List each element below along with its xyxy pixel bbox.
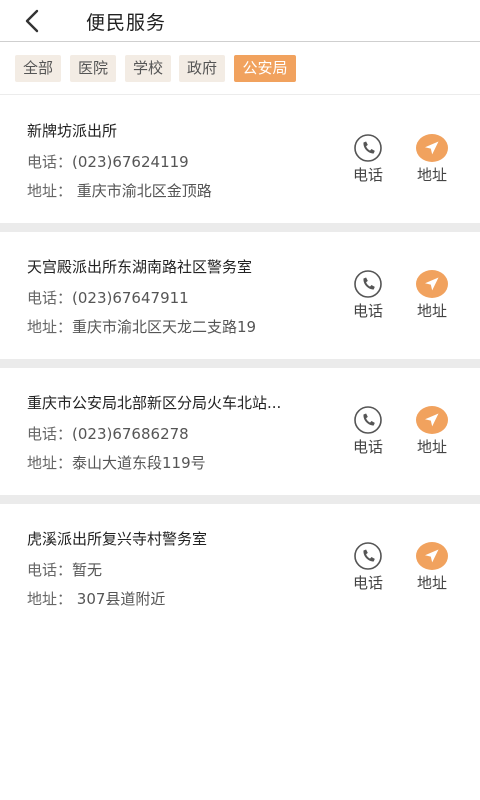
- service-list: 新牌坊派出所 电话：(023)67624119 地址： 重庆市渝北区金顶路 电话…: [0, 96, 480, 631]
- call-label: 电话: [352, 438, 383, 456]
- item-phone: 电话：暂无: [27, 559, 102, 580]
- item-address: 地址： 重庆市渝北区金顶路: [27, 180, 212, 201]
- item-name: 重庆市公安局北部新区分局火车北站...: [27, 394, 282, 412]
- item-name: 虎溪派出所复兴寺村警务室: [27, 530, 208, 548]
- phone-value: (023)67647911: [72, 289, 189, 307]
- navigate-button[interactable]: 地址: [411, 406, 453, 458]
- navigate-label: 地址: [416, 438, 447, 456]
- back-button[interactable]: [18, 6, 48, 36]
- navigate-button[interactable]: 地址: [411, 134, 453, 186]
- phone-label: 电话：: [27, 561, 73, 579]
- phone-icon: [354, 270, 382, 298]
- address-label: 地址：: [27, 454, 73, 472]
- phone-icon: [354, 134, 382, 162]
- category-tabs: 全部 医院 学校 政府 公安局: [0, 42, 480, 95]
- address-label: 地址：: [27, 318, 73, 336]
- navigate-button[interactable]: 地址: [411, 542, 453, 594]
- location-arrow-icon: [416, 406, 448, 434]
- item-address: 地址：泰山大道东段119号: [27, 452, 206, 473]
- tab-school[interactable]: 学校: [125, 55, 171, 82]
- list-divider: [0, 223, 480, 232]
- item-phone: 电话：(023)67647911: [27, 287, 189, 308]
- location-arrow-icon: [416, 134, 448, 162]
- call-button[interactable]: 电话: [347, 270, 389, 322]
- app-header: 便民服务: [0, 0, 480, 42]
- item-address: 地址：重庆市渝北区天龙二支路19: [27, 316, 256, 337]
- phone-label: 电话：: [27, 153, 73, 171]
- list-item: 重庆市公安局北部新区分局火车北站... 电话：(023)67686278 地址：…: [0, 368, 480, 495]
- call-label: 电话: [352, 574, 383, 592]
- list-divider: [0, 359, 480, 368]
- address-value: 307县道附近: [72, 590, 166, 608]
- address-value: 泰山大道东段119号: [72, 454, 206, 472]
- location-arrow-icon: [416, 270, 448, 298]
- item-phone: 电话：(023)67624119: [27, 151, 189, 172]
- page-title: 便民服务: [86, 12, 167, 34]
- navigate-label: 地址: [416, 302, 447, 320]
- location-arrow-icon: [416, 542, 448, 570]
- item-phone: 电话：(023)67686278: [27, 423, 189, 444]
- phone-icon: [354, 406, 382, 434]
- back-arrow-icon: [25, 9, 39, 33]
- phone-value: (023)67624119: [72, 153, 189, 171]
- item-name: 天宫殿派出所东湖南路社区警务室: [27, 258, 253, 276]
- tab-government[interactable]: 政府: [179, 55, 225, 82]
- list-item: 虎溪派出所复兴寺村警务室 电话：暂无 地址： 307县道附近 电话 地址: [0, 504, 480, 631]
- tab-hospital[interactable]: 医院: [70, 55, 116, 82]
- phone-icon: [354, 542, 382, 570]
- call-button[interactable]: 电话: [347, 134, 389, 186]
- phone-value: (023)67686278: [72, 425, 189, 443]
- call-button[interactable]: 电话: [347, 406, 389, 458]
- list-divider: [0, 495, 480, 504]
- address-label: 地址：: [27, 590, 73, 608]
- call-button[interactable]: 电话: [347, 542, 389, 594]
- list-item: 新牌坊派出所 电话：(023)67624119 地址： 重庆市渝北区金顶路 电话…: [0, 96, 480, 223]
- navigate-button[interactable]: 地址: [411, 270, 453, 322]
- navigate-label: 地址: [416, 166, 447, 184]
- tab-police[interactable]: 公安局: [234, 55, 296, 82]
- address-value: 重庆市渝北区天龙二支路19: [72, 318, 257, 336]
- list-item: 天宫殿派出所东湖南路社区警务室 电话：(023)67647911 地址：重庆市渝…: [0, 232, 480, 359]
- phone-value: 暂无: [72, 561, 103, 579]
- tab-all[interactable]: 全部: [15, 55, 61, 82]
- navigate-label: 地址: [416, 574, 447, 592]
- item-address: 地址： 307县道附近: [27, 588, 165, 609]
- phone-label: 电话：: [27, 425, 73, 443]
- item-name: 新牌坊派出所: [27, 122, 118, 140]
- phone-label: 电话：: [27, 289, 73, 307]
- call-label: 电话: [352, 166, 383, 184]
- address-label: 地址：: [27, 182, 73, 200]
- address-value: 重庆市渝北区金顶路: [72, 182, 212, 200]
- call-label: 电话: [352, 302, 383, 320]
